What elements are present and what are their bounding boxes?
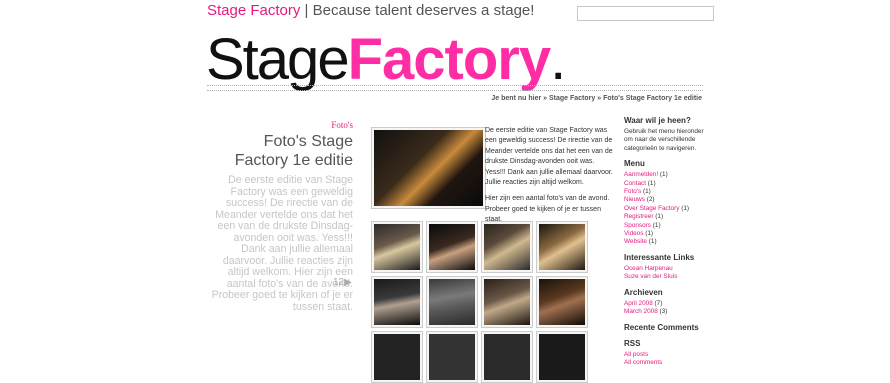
archive-link-march-2008[interactable]: March 2008 <box>624 308 658 315</box>
menu-item: Registreer (1) <box>624 213 704 221</box>
menu-count: (2) <box>644 196 655 204</box>
post-intro: De eerste editie van Stage Factory was e… <box>485 126 615 232</box>
menu-link-website[interactable]: Website <box>624 238 647 245</box>
gallery-thumbnail[interactable] <box>426 276 478 328</box>
sidebar-archive: April 2008 (7) March 2008 (3) <box>624 300 704 317</box>
archive-count: (7) <box>652 299 663 307</box>
menu-link-videos[interactable]: Videos <box>624 230 643 237</box>
sidebar-recent-title: Recente Comments <box>624 322 699 332</box>
next-arrow-icon[interactable]: ▶ <box>344 277 352 288</box>
menu-link-fotos[interactable]: Foto's <box>624 188 641 195</box>
gallery-thumbnail[interactable] <box>481 331 533 383</box>
post-excerpt: De eerste editie van Stage Factory was e… <box>211 174 353 313</box>
gallery-thumbnail[interactable] <box>426 221 478 273</box>
post-category-link[interactable]: Foto's <box>331 120 353 130</box>
site-logo[interactable]: StageFactory. <box>206 27 566 92</box>
post-title: Foto's Stage Factory 1e editie <box>234 133 353 169</box>
sidebar-links: Ocean Harpenau Suze van der Sluis <box>624 265 704 282</box>
menu-item: Nieuws (2) <box>624 196 704 204</box>
menu-item: Contact (1) <box>624 180 704 188</box>
page-number: 12 <box>333 277 345 288</box>
logo-stage-text: Stage <box>206 27 350 92</box>
gallery-thumbnail[interactable] <box>371 331 423 383</box>
sidebar-rss: All posts All comments <box>624 351 704 368</box>
gallery-thumbnail[interactable] <box>481 221 533 273</box>
menu-count: (1) <box>646 238 657 246</box>
link-ocean-harpenau[interactable]: Ocean Harpenau <box>624 265 673 272</box>
menu-link-sponsors[interactable]: Sponsors <box>624 222 651 229</box>
menu-item: Foto's (1) <box>624 188 704 196</box>
breadcrumb-prefix: Je bent nu hier » <box>491 95 548 102</box>
menu-count: (1) <box>658 171 668 179</box>
logo-dot: . <box>550 27 566 92</box>
menu-link-nieuws[interactable]: Nieuws <box>624 196 645 203</box>
archive-item: April 2008 (7) <box>624 300 704 308</box>
menu-item: Aanmelden! (1) <box>624 171 704 179</box>
sidebar-links-title: Interessante Links <box>624 252 695 262</box>
search-input[interactable] <box>577 6 714 21</box>
archive-link-april-2008[interactable]: April 2008 <box>624 300 653 307</box>
menu-count: (1) <box>641 188 651 196</box>
menu-item: Over Stage Factory (1) <box>624 205 704 213</box>
menu-count: (1) <box>679 204 690 212</box>
menu-item: Sponsors (1) <box>624 222 704 230</box>
archive-item: March 2008 (3) <box>624 308 704 316</box>
breadcrumb-current-link[interactable]: Foto's Stage Factory 1e editie <box>603 95 702 102</box>
sidebar-menu: Aanmelden! (1) Contact (1) Foto's (1) Ni… <box>624 171 704 247</box>
sidebar-menu-title: Menu <box>624 159 645 169</box>
site-header: Stage Factory | Because talent deserves … <box>207 2 534 19</box>
menu-link-registreer[interactable]: Registreer <box>624 213 653 220</box>
site-tagline: | Because talent deserves a stage! <box>300 2 535 19</box>
menu-item: Website (1) <box>624 238 704 246</box>
intro-paragraph-1: De eerste editie van Stage Factory was e… <box>485 127 613 187</box>
header-divider <box>207 85 703 91</box>
breadcrumb: Je bent nu hier » Stage Factory » Foto's… <box>491 95 702 102</box>
gallery-thumbnail[interactable] <box>536 276 588 328</box>
gallery-thumbnail[interactable] <box>371 276 423 328</box>
sidebar-where-title: Waar wil je heen? <box>624 116 691 125</box>
menu-count: (1) <box>646 179 656 187</box>
link-item: Suze van der Sluis <box>624 273 704 281</box>
menu-item: Videos (1) <box>624 230 704 238</box>
menu-link-contact[interactable]: Contact <box>624 180 646 187</box>
logo-factory-text: Factory <box>347 27 552 92</box>
link-suze-van-der-sluis[interactable]: Suze van der Sluis <box>624 273 677 280</box>
gallery-thumbnail[interactable] <box>481 276 533 328</box>
sidebar-where-desc: Gebruik het menu hieronder om naar de ve… <box>624 128 704 152</box>
breadcrumb-separator: » <box>595 95 604 102</box>
pagination[interactable]: 12▶ <box>333 277 352 288</box>
rss-link-all-comments[interactable]: All comments <box>624 359 662 366</box>
breadcrumb-home-link[interactable]: Stage Factory <box>549 95 595 102</box>
sidebar: Waar wil je heen? Gebruik het menu hiero… <box>624 116 704 367</box>
menu-link-aanmelden[interactable]: Aanmelden! <box>624 171 658 178</box>
menu-count: (1) <box>651 221 661 229</box>
rss-item: All posts <box>624 351 704 359</box>
sidebar-rss-title: RSS <box>624 338 641 348</box>
gallery-thumbnail[interactable] <box>371 221 423 273</box>
rss-link-all-posts[interactable]: All posts <box>624 351 648 358</box>
archive-count: (3) <box>657 308 668 316</box>
menu-link-over[interactable]: Over Stage Factory <box>624 205 679 212</box>
gallery-thumbnail[interactable] <box>426 331 478 383</box>
featured-photo[interactable] <box>371 127 486 209</box>
menu-count: (1) <box>643 230 654 238</box>
gallery-thumbnail[interactable] <box>536 221 588 273</box>
sidebar-archive-title: Archieven <box>624 287 663 297</box>
menu-count: (1) <box>653 213 664 221</box>
site-brand-link[interactable]: Stage Factory <box>207 2 300 19</box>
link-item: Ocean Harpenau <box>624 265 704 273</box>
rss-item: All comments <box>624 359 704 367</box>
gallery-thumbnail[interactable] <box>536 331 588 383</box>
